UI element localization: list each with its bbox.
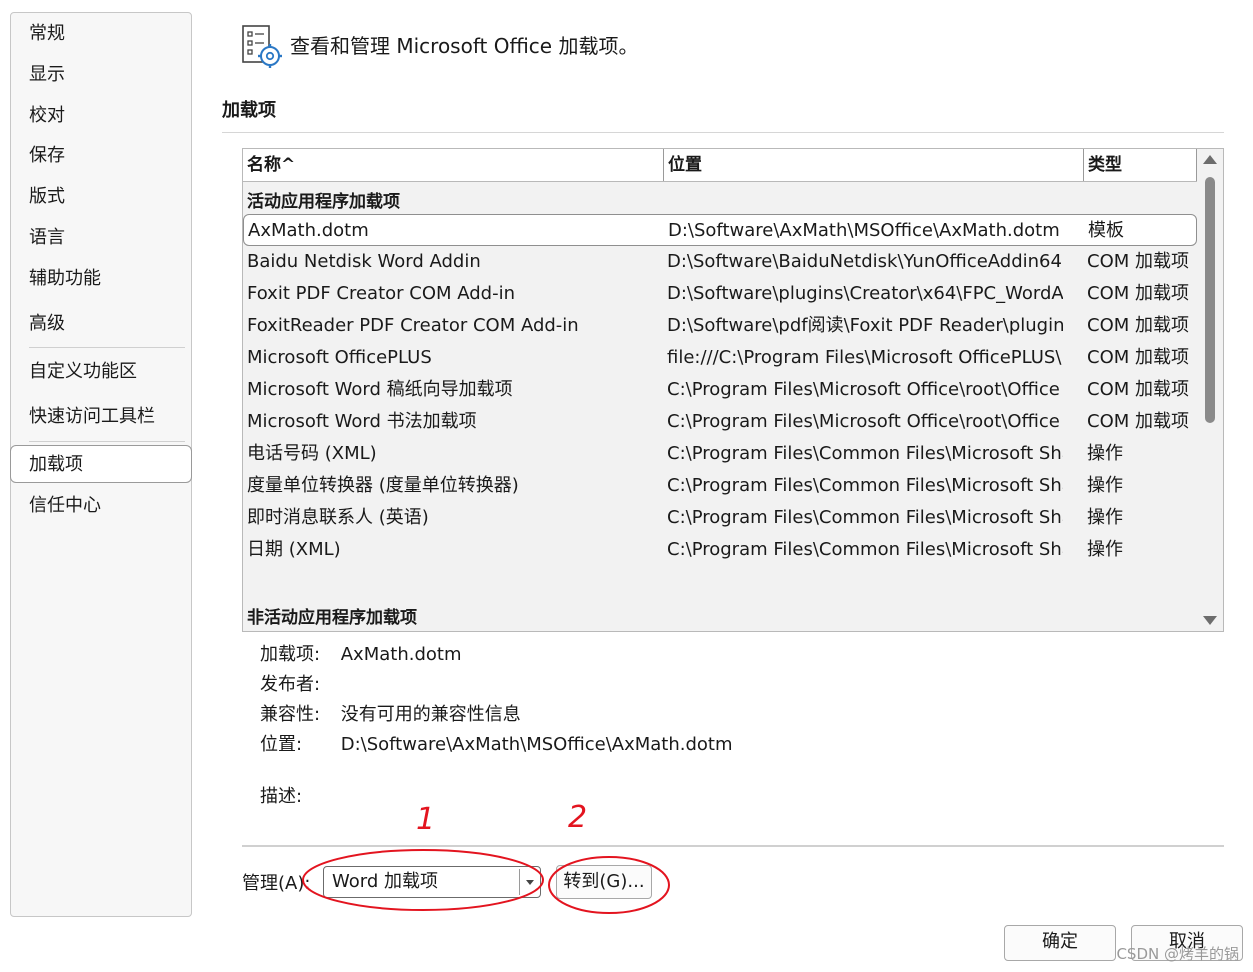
chevron-down-icon[interactable] <box>526 880 534 885</box>
table-row[interactable]: Microsoft OfficePLUS file:///C:\Program … <box>243 342 1197 374</box>
scroll-up-arrow-icon[interactable] <box>1203 155 1217 164</box>
cell-type: COM 加载项 <box>1087 347 1189 368</box>
sidebar-item-save[interactable]: 保存 <box>11 137 191 175</box>
table-row[interactable]: Microsoft Word 稿纸向导加载项 C:\Program Files\… <box>243 374 1197 406</box>
cell-name: AxMath.dotm <box>248 220 369 241</box>
page-heading: 查看和管理 Microsoft Office 加载项。 <box>290 34 639 58</box>
watermark: CSDN @烤羊的锅 <box>1116 945 1239 963</box>
cell-name: Microsoft OfficePLUS <box>247 347 432 368</box>
cell-type: COM 加载项 <box>1087 283 1189 304</box>
cell-location: D:\Software\AxMath\MSOffice\AxMath.dotm <box>668 220 1060 241</box>
sidebar-item-proofing[interactable]: 校对 <box>11 97 191 135</box>
detail-description: 描述: <box>260 782 335 808</box>
bottom-divider <box>242 845 1224 847</box>
group-active-addins: 活动应用程序加载项 <box>247 192 400 212</box>
cell-type: 操作 <box>1087 539 1123 560</box>
addins-table[interactable]: 名称^ 位置 类型 活动应用程序加载项 AxMath.dotm D:\Softw… <box>242 148 1224 632</box>
table-row[interactable]: Foxit PDF Creator COM Add-in D:\Software… <box>243 278 1197 310</box>
cell-name: Foxit PDF Creator COM Add-in <box>247 283 516 304</box>
cell-type: 操作 <box>1087 475 1123 496</box>
column-header-location[interactable]: 位置 <box>664 149 1084 181</box>
cell-location: file:///C:\Program Files\Microsoft Offic… <box>667 347 1062 368</box>
sidebar-item-display[interactable]: 显示 <box>11 56 191 94</box>
table-row[interactable]: 电话号码 (XML) C:\Program Files\Common Files… <box>243 438 1197 470</box>
options-sidebar: 常规 显示 校对 保存 版式 语言 辅助功能 高级 自定义功能区 快速访问工具栏… <box>10 12 192 917</box>
sidebar-divider <box>29 347 185 348</box>
cell-location: D:\Software\BaiduNetdisk\YunOfficeAddin6… <box>667 251 1063 272</box>
column-header-name[interactable]: 名称^ <box>243 149 664 181</box>
addins-settings-icon <box>242 25 282 68</box>
cell-name: FoxitReader PDF Creator COM Add-in <box>247 315 579 336</box>
scroll-thumb[interactable] <box>1205 177 1215 423</box>
cell-location: D:\Software\pdf阅读\Foxit PDF Reader\plugi… <box>667 315 1063 336</box>
detail-location: 位置: D:\Software\AxMath\MSOffice\AxMath.d… <box>260 730 733 756</box>
cell-type: 操作 <box>1087 507 1123 528</box>
sidebar-item-customize-ribbon[interactable]: 自定义功能区 <box>11 353 191 391</box>
cell-location: C:\Program Files\Common Files\Microsoft … <box>667 507 1063 528</box>
cell-type: COM 加载项 <box>1087 315 1189 336</box>
cell-type: COM 加载项 <box>1087 251 1189 272</box>
sidebar-item-layout[interactable]: 版式 <box>11 178 191 216</box>
cell-location: C:\Program Files\Common Files\Microsoft … <box>667 443 1063 464</box>
sidebar-item-trust-center[interactable]: 信任中心 <box>11 487 191 525</box>
cell-name: 日期 (XML) <box>247 539 341 560</box>
table-row[interactable]: AxMath.dotm D:\Software\AxMath\MSOffice\… <box>243 214 1197 246</box>
table-row[interactable]: 度量单位转换器 (度量单位转换器) C:\Program Files\Commo… <box>243 470 1197 502</box>
dropdown-separator <box>519 869 520 895</box>
cell-name: Microsoft Word 稿纸向导加载项 <box>247 379 513 400</box>
table-header: 名称^ 位置 类型 <box>243 149 1197 182</box>
detail-location-value: D:\Software\AxMath\MSOffice\AxMath.dotm <box>340 734 733 755</box>
cell-name: Microsoft Word 书法加载项 <box>247 411 477 432</box>
cell-location: C:\Program Files\Common Files\Microsoft … <box>667 539 1063 560</box>
manage-dropdown[interactable]: Word 加载项 <box>323 866 541 898</box>
table-row[interactable]: Microsoft Word 书法加载项 C:\Program Files\Mi… <box>243 406 1197 438</box>
cell-name: 度量单位转换器 (度量单位转换器) <box>247 475 519 496</box>
cell-name: Baidu Netdisk Word Addin <box>247 251 481 272</box>
detail-location-label: 位置: <box>260 734 303 755</box>
detail-compatibility: 兼容性: 没有可用的兼容性信息 <box>260 700 521 726</box>
scroll-down-arrow-icon[interactable] <box>1203 616 1217 625</box>
sidebar-item-general[interactable]: 常规 <box>11 15 191 53</box>
detail-addin-label: 加载项: <box>260 644 321 665</box>
detail-desc-label: 描述: <box>260 786 303 807</box>
cell-type: 模板 <box>1088 220 1124 241</box>
detail-compat-value: 没有可用的兼容性信息 <box>340 704 521 725</box>
cell-type: COM 加载项 <box>1087 379 1189 400</box>
table-row[interactable]: Baidu Netdisk Word Addin D:\Software\Bai… <box>243 246 1197 278</box>
detail-publisher-label: 发布者: <box>260 674 321 695</box>
cell-location: C:\Program Files\Microsoft Office\root\O… <box>667 379 1060 400</box>
go-button[interactable]: 转到(G)... <box>556 865 652 899</box>
sidebar-item-language[interactable]: 语言 <box>11 219 191 257</box>
sidebar-item-quick-access-toolbar[interactable]: 快速访问工具栏 <box>11 398 191 436</box>
annotation-number-1: 1 <box>416 802 436 837</box>
group-inactive-addins: 非活动应用程序加载项 <box>247 608 417 628</box>
cell-location: C:\Program Files\Common Files\Microsoft … <box>667 475 1063 496</box>
section-divider <box>222 132 1224 133</box>
sidebar-item-addins[interactable]: 加载项 <box>10 445 192 483</box>
manage-label: 管理(A): <box>242 873 311 894</box>
detail-addin-value: AxMath.dotm <box>340 644 462 665</box>
detail-publisher: 发布者: <box>260 670 335 696</box>
cell-name: 电话号码 (XML) <box>247 443 377 464</box>
ok-button[interactable]: 确定 <box>1004 925 1116 961</box>
table-row[interactable]: 日期 (XML) C:\Program Files\Common Files\M… <box>243 534 1197 566</box>
manage-dropdown-value: Word 加载项 <box>332 871 438 892</box>
cell-type: 操作 <box>1087 443 1123 464</box>
annotation-number-2: 2 <box>568 800 588 835</box>
section-title: 加载项 <box>222 100 276 121</box>
sidebar-item-accessibility[interactable]: 辅助功能 <box>11 260 191 298</box>
sidebar-item-advanced[interactable]: 高级 <box>11 305 191 343</box>
cell-location: C:\Program Files\Microsoft Office\root\O… <box>667 411 1060 432</box>
detail-compat-label: 兼容性: <box>260 704 321 725</box>
table-row[interactable]: FoxitReader PDF Creator COM Add-in D:\So… <box>243 310 1197 342</box>
cell-name: 即时消息联系人 (英语) <box>247 507 429 528</box>
column-header-type[interactable]: 类型 <box>1084 149 1197 181</box>
cell-type: COM 加载项 <box>1087 411 1189 432</box>
detail-addin: 加载项: AxMath.dotm <box>260 640 461 666</box>
cell-location: D:\Software\plugins\Creator\x64\FPC_Word… <box>667 283 1063 304</box>
table-scrollbar[interactable] <box>1197 149 1223 631</box>
table-row[interactable]: 即时消息联系人 (英语) C:\Program Files\Common Fil… <box>243 502 1197 534</box>
sidebar-divider <box>29 441 185 442</box>
